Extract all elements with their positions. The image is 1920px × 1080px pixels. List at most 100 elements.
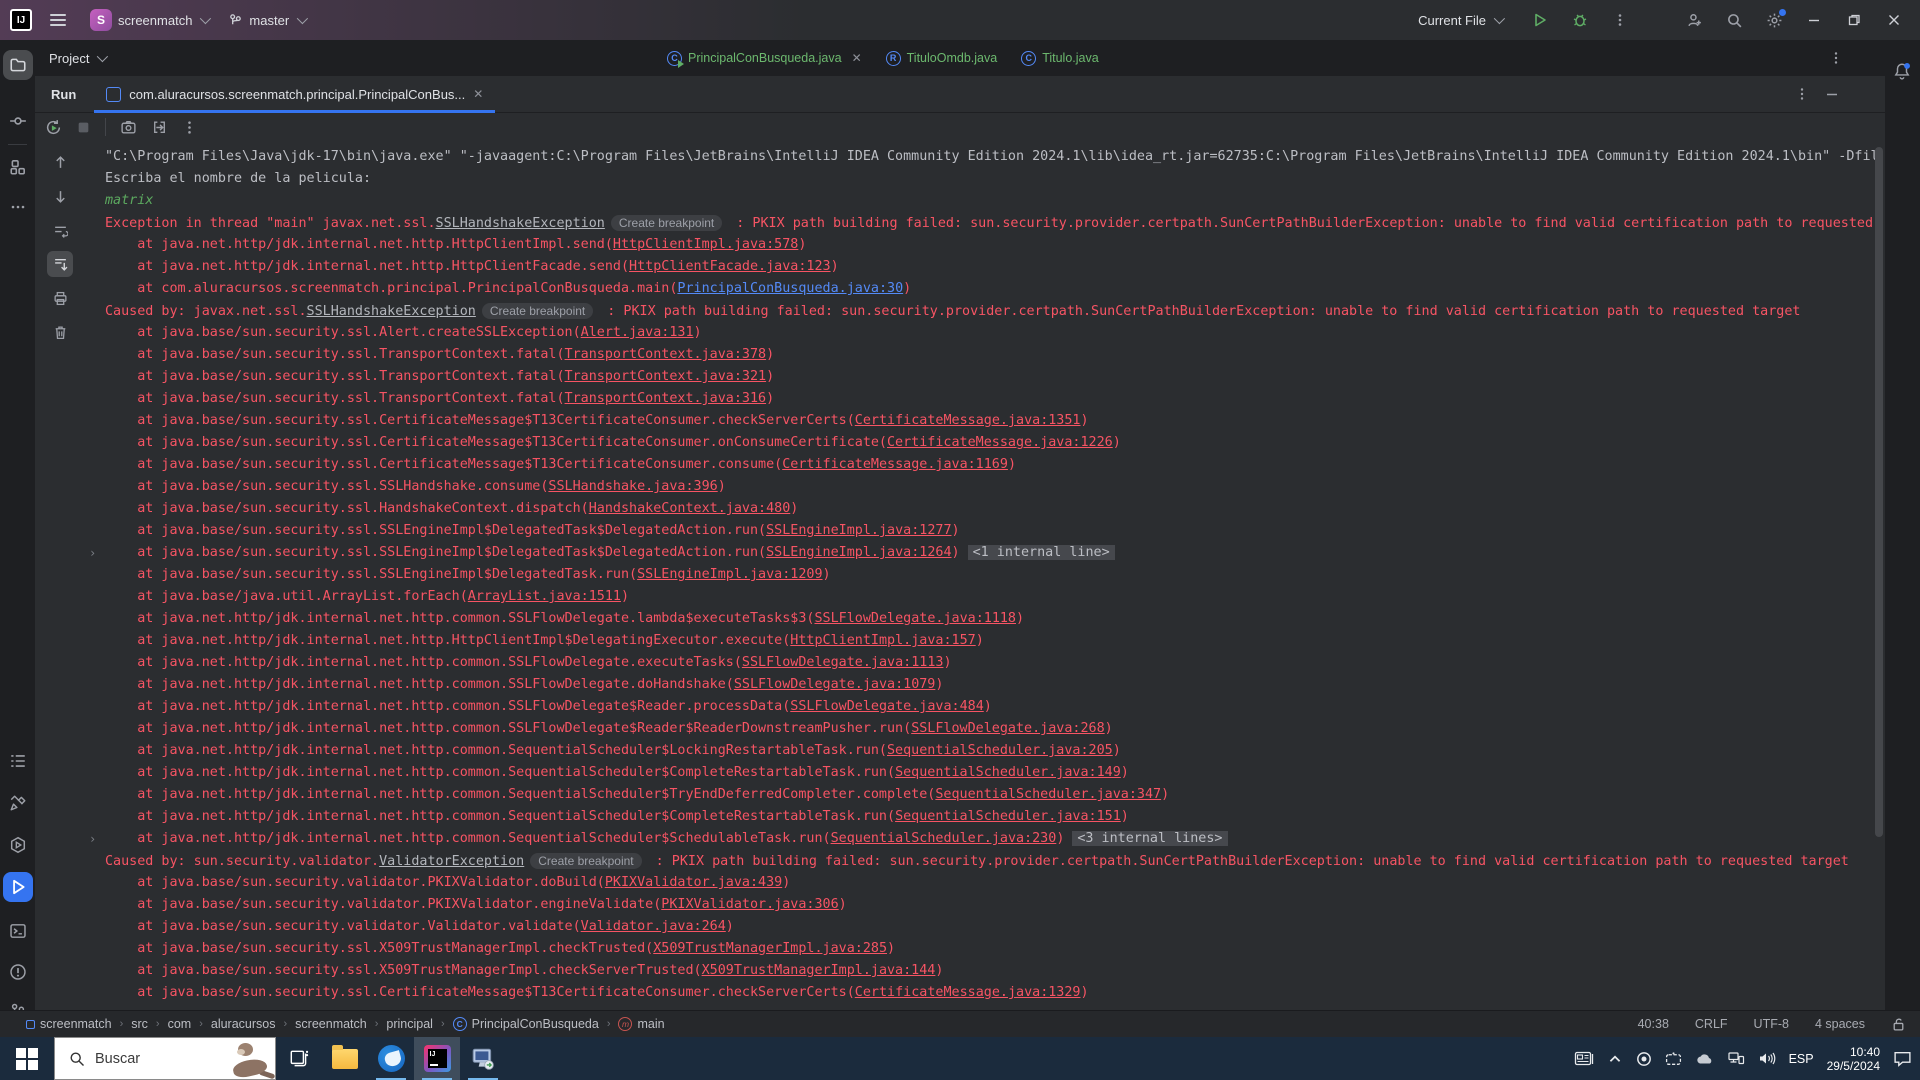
thread-dump-icon[interactable] (120, 119, 137, 136)
minimize-window-button[interactable] (1798, 5, 1830, 35)
stacktrace-link[interactable]: PKIXValidator.java:439 (605, 875, 782, 890)
widgets-tray-icon[interactable] (1574, 1050, 1594, 1068)
stop-button[interactable] (76, 120, 91, 135)
stacktrace-link[interactable]: SequentialScheduler.java:151 (895, 809, 1121, 824)
stacktrace-link[interactable]: SequentialScheduler.java:230 (831, 831, 1057, 846)
tray-expand-icon[interactable] (1607, 1051, 1623, 1067)
clear-console-button[interactable] (47, 319, 73, 345)
onedrive-tray-icon[interactable] (1695, 1052, 1714, 1066)
scroll-to-end-button[interactable] (47, 251, 73, 277)
stacktrace-link[interactable]: CertificateMessage.java:1226 (887, 435, 1113, 450)
indent-widget[interactable]: 4 spaces (1815, 1017, 1865, 1031)
vcs-branch-widget[interactable]: master (218, 5, 315, 35)
caret-position-widget[interactable]: 40:38 (1638, 1017, 1669, 1031)
stacktrace-link[interactable]: TransportContext.java:321 (565, 369, 767, 384)
stacktrace-link[interactable]: X509TrustManagerImpl.java:144 (702, 963, 936, 978)
stacktrace-link[interactable]: ValidatorException (379, 854, 524, 869)
stacktrace-link[interactable]: Alert.java:131 (581, 325, 694, 340)
export-console-icon[interactable] (151, 119, 168, 136)
remote-desktop-button[interactable] (460, 1037, 506, 1080)
stacktrace-link[interactable]: HttpClientImpl.java:157 (790, 633, 975, 648)
terminal-stripe-button[interactable] (3, 916, 33, 946)
stacktrace-link[interactable]: SSLEngineImpl.java:1209 (637, 567, 822, 582)
breadcrumb-item[interactable]: screenmatch (295, 1017, 367, 1031)
stacktrace-link[interactable]: SSLEngineImpl.java:1277 (766, 523, 951, 538)
stacktrace-link[interactable]: HttpClientImpl.java:578 (613, 237, 798, 252)
close-tab-icon[interactable]: ✕ (473, 87, 483, 101)
tray-record-icon[interactable] (1636, 1051, 1652, 1067)
more-actions-button[interactable] (1604, 5, 1636, 35)
maximize-window-button[interactable] (1838, 5, 1870, 35)
editor-tab[interactable]: C Titulo.java (1009, 40, 1111, 76)
stacktrace-link[interactable]: CertificateMessage.java:1169 (782, 457, 1008, 472)
create-breakpoint-link[interactable]: Create breakpoint (610, 215, 723, 231)
stacktrace-link[interactable]: Validator.java:264 (581, 919, 726, 934)
expand-stack-icon[interactable]: › (91, 542, 103, 564)
line-ending-widget[interactable]: CRLF (1695, 1017, 1728, 1031)
file-lock-icon[interactable] (1891, 1017, 1906, 1032)
create-breakpoint-link[interactable]: Create breakpoint (481, 303, 594, 319)
file-explorer-button[interactable] (322, 1037, 368, 1080)
thunderbird-button[interactable] (368, 1037, 414, 1080)
close-tab-icon[interactable]: ✕ (852, 51, 862, 65)
search-everywhere-button[interactable] (1718, 5, 1750, 35)
stacktrace-link[interactable]: PrincipalConBusqueda.java:30 (677, 281, 903, 296)
create-breakpoint-link[interactable]: Create breakpoint (530, 853, 642, 869)
run-panel-options-icon[interactable] (1795, 87, 1809, 101)
stacktrace-link[interactable]: SSLEngineImpl.java:1264 (766, 545, 951, 560)
run-button[interactable] (1524, 5, 1556, 35)
start-button[interactable] (0, 1037, 54, 1080)
encoding-widget[interactable]: UTF-8 (1754, 1017, 1789, 1031)
rerun-button[interactable] (45, 119, 62, 136)
soft-wrap-button[interactable] (47, 217, 73, 243)
network-tray-icon[interactable] (1727, 1051, 1745, 1066)
breadcrumb-item[interactable]: src (131, 1017, 148, 1031)
problems-stripe-button[interactable] (3, 957, 33, 987)
commit-stripe-button[interactable] (3, 106, 33, 136)
structure-stripe-button[interactable] (3, 152, 33, 182)
breadcrumb-item[interactable]: m main (618, 1017, 665, 1031)
tray-capture-icon[interactable] (1665, 1051, 1682, 1067)
stacktrace-link[interactable]: SSLFlowDelegate.java:1118 (814, 611, 1016, 626)
stacktrace-link[interactable]: SSLFlowDelegate.java:1113 (742, 655, 944, 670)
more-tool-windows-button[interactable] (3, 192, 33, 222)
close-window-button[interactable] (1878, 5, 1910, 35)
project-widget[interactable]: S screenmatch (80, 5, 218, 35)
console-scrollbar[interactable] (1875, 141, 1883, 1010)
task-view-button[interactable] (276, 1037, 322, 1080)
main-menu-icon[interactable] (50, 14, 66, 26)
stacktrace-link[interactable]: HttpClientFacade.java:123 (629, 259, 831, 274)
stacktrace-link[interactable]: SequentialScheduler.java:347 (935, 787, 1161, 802)
prev-occurrence-button[interactable] (47, 149, 73, 175)
volume-tray-icon[interactable] (1758, 1051, 1776, 1066)
stacktrace-link[interactable]: TransportContext.java:378 (565, 347, 767, 362)
taskbar-clock[interactable]: 10:40 29/5/2024 (1827, 1045, 1880, 1073)
stacktrace-link[interactable]: SSLHandshake.java:396 (548, 479, 717, 494)
internal-lines-badge[interactable]: <3 internal lines> (1072, 831, 1228, 846)
tab-options-icon[interactable] (1829, 51, 1843, 65)
breadcrumb-item[interactable]: aluracursos (211, 1017, 276, 1031)
stacktrace-link[interactable]: PKIXValidator.java:306 (661, 897, 838, 912)
breadcrumb-item[interactable]: principal (386, 1017, 433, 1031)
next-occurrence-button[interactable] (47, 183, 73, 209)
editor-tab[interactable]: C PrincipalConBusqueda.java ✕ (655, 40, 874, 76)
console-more-options-icon[interactable] (182, 120, 197, 135)
expand-stack-icon[interactable]: › (91, 828, 103, 850)
run-configuration-selector[interactable]: Current File (1408, 5, 1512, 35)
stacktrace-link[interactable]: SSLHandshakeException (307, 304, 476, 319)
code-with-me-button[interactable] (1678, 5, 1710, 35)
scrollbar-thumb[interactable] (1875, 147, 1883, 837)
stacktrace-link[interactable]: SSLFlowDelegate.java:1079 (734, 677, 936, 692)
stacktrace-link[interactable]: CertificateMessage.java:1351 (855, 413, 1081, 428)
todo-stripe-button[interactable] (3, 746, 33, 776)
build-stripe-button[interactable] (3, 788, 33, 818)
stacktrace-link[interactable]: SequentialScheduler.java:149 (895, 765, 1121, 780)
stacktrace-link[interactable]: SSLFlowDelegate.java:484 (790, 699, 983, 714)
run-console-tab[interactable]: com.aluracursos.screenmatch.principal.Pr… (94, 76, 496, 113)
print-button[interactable] (47, 285, 73, 311)
stacktrace-link[interactable]: ArrayList.java:1511 (468, 589, 621, 604)
stacktrace-link[interactable]: X509TrustManagerImpl.java:285 (653, 941, 887, 956)
internal-lines-badge[interactable]: <1 internal line> (967, 545, 1115, 560)
editor-tab[interactable]: R TituloOmdb.java (874, 40, 1010, 76)
breadcrumb-item[interactable]: com (168, 1017, 192, 1031)
